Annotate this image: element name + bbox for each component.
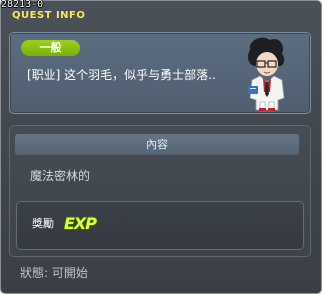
exp-icon: EXP (64, 214, 97, 233)
content-text: 魔法密林的 (30, 169, 91, 183)
window-title: QUEST INFO (12, 10, 86, 21)
content-section-header: 內容 (15, 134, 299, 155)
reward-label: 獎勵 (32, 217, 54, 230)
reward-box (16, 201, 304, 250)
quest-category-badge: 一般 (21, 40, 80, 56)
quest-id-label: 28213-0 (1, 0, 44, 10)
quest-status: 狀態: 可開始 (20, 266, 88, 280)
quest-name: [职业] 这个羽毛，似乎与勇士部落.. (27, 68, 216, 82)
npc-portrait-icon (247, 37, 285, 112)
